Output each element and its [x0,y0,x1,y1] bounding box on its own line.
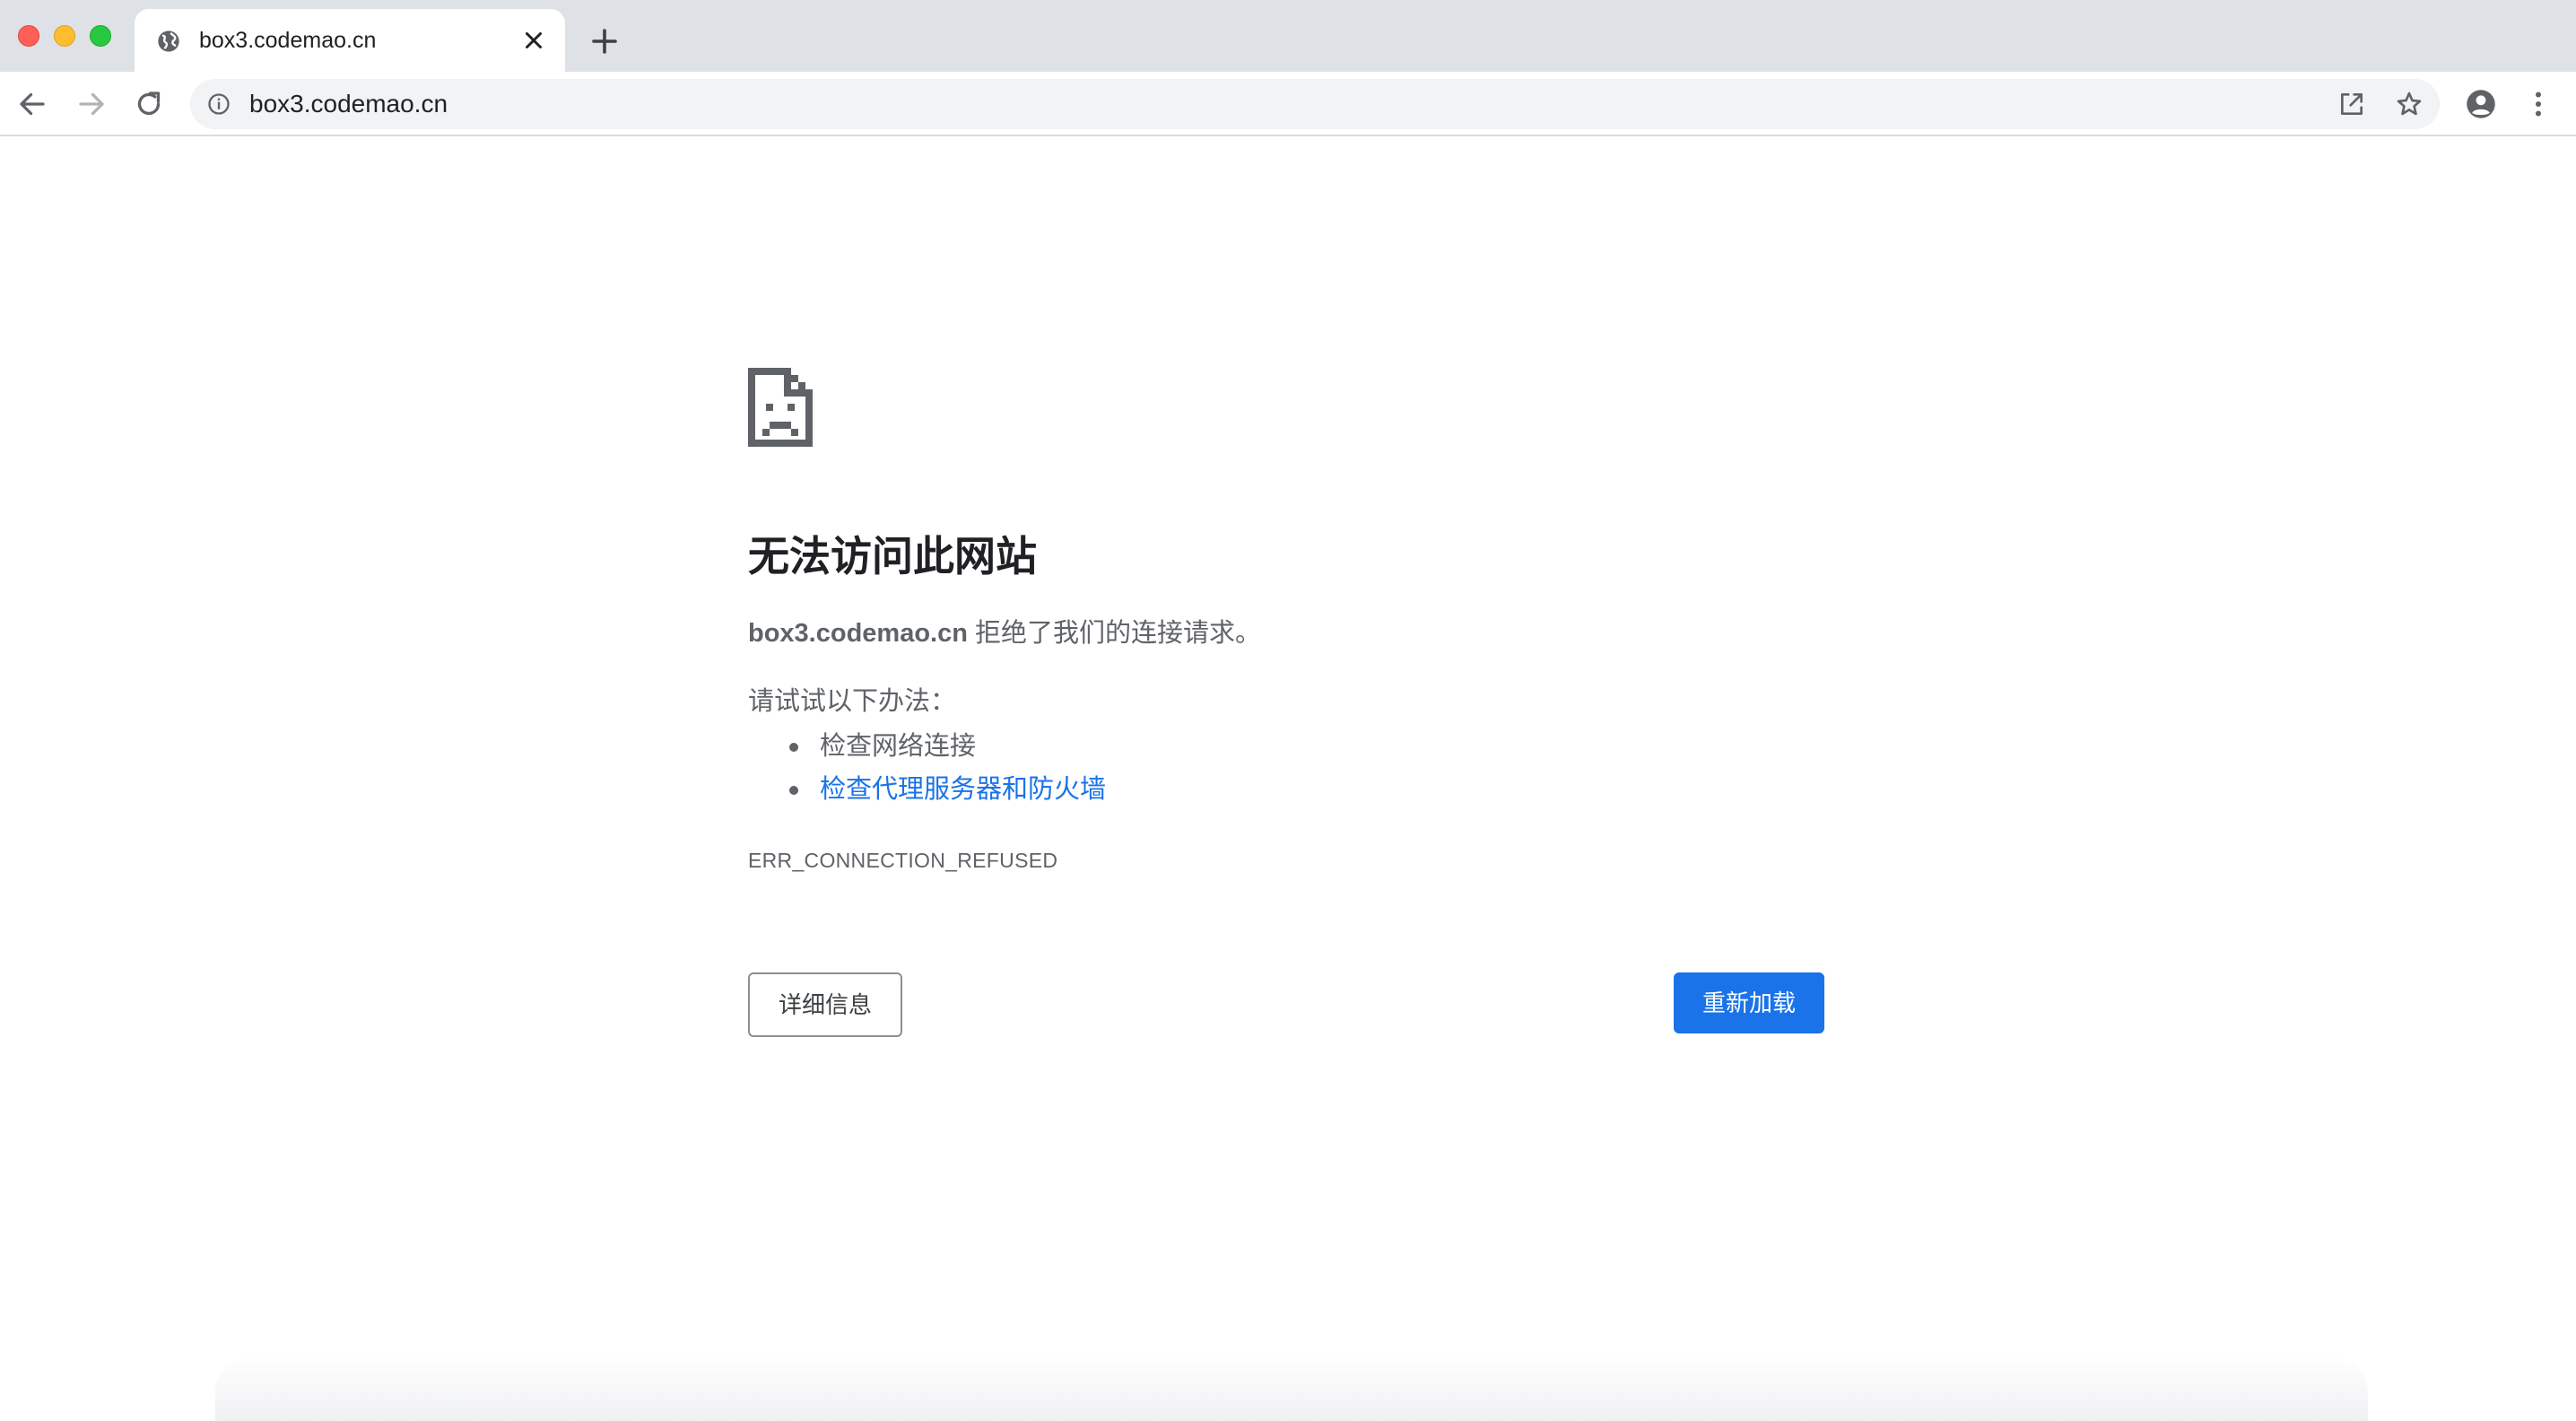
suggestions-list: 检查网络连接 检查代理服务器和防火墙 [748,725,1106,811]
address-url[interactable]: box3.codemao.cn [249,91,448,118]
tab-title: box3.codemao.cn [199,28,377,53]
reload-icon[interactable] [133,88,165,120]
reload-button[interactable]: 重新加载 [1674,972,1824,1033]
new-tab-icon[interactable] [588,25,621,57]
info-icon[interactable] [206,92,231,117]
bullet [789,786,798,795]
error-description: box3.codemao.cn 拒绝了我们的连接请求。 [748,615,1261,651]
browser-window: box3.codemao.cn box3.codemao.cn 无法访问此网站 … [0,0,2576,1421]
open-external-icon[interactable] [2337,90,2366,118]
suggestions-heading: 请试试以下办法： [748,687,957,716]
suggestion-check-network: 检查网络连接 [820,732,977,761]
error-description-text: 拒绝了我们的连接请求。 [967,619,1262,648]
close-icon[interactable] [520,27,547,54]
bullet [789,743,798,752]
toolbar: box3.codemao.cn [0,72,2576,136]
forward-arrow-icon[interactable] [75,88,108,120]
menu-kebab-icon[interactable] [2522,88,2554,120]
profile-avatar-icon[interactable] [2465,88,2497,120]
bookmark-star-icon[interactable] [2395,90,2424,118]
window-minimize-button[interactable] [54,25,75,47]
list-item: 检查网络连接 [748,725,1106,768]
window-close-button[interactable] [18,25,39,47]
error-title: 无法访问此网站 [748,533,1037,580]
address-bar[interactable]: box3.codemao.cn [190,79,2440,129]
bottom-shadow [215,1356,2368,1421]
tab-active[interactable]: box3.codemao.cn [135,9,565,72]
list-item: 检查代理服务器和防火墙 [748,768,1106,811]
window-maximize-button[interactable] [90,25,111,47]
globe-icon [158,31,179,52]
back-arrow-icon[interactable] [16,88,48,120]
suggestion-check-proxy-link[interactable]: 检查代理服务器和防火墙 [820,775,1106,804]
tab-strip: box3.codemao.cn [0,0,2576,72]
details-button[interactable]: 详细信息 [748,972,902,1037]
error-host: box3.codemao.cn [748,619,968,648]
error-page: 无法访问此网站 box3.codemao.cn 拒绝了我们的连接请求。 请试试以… [0,136,2576,1421]
error-code: ERR_CONNECTION_REFUSED [748,849,1058,872]
sad-page-icon [748,368,813,447]
